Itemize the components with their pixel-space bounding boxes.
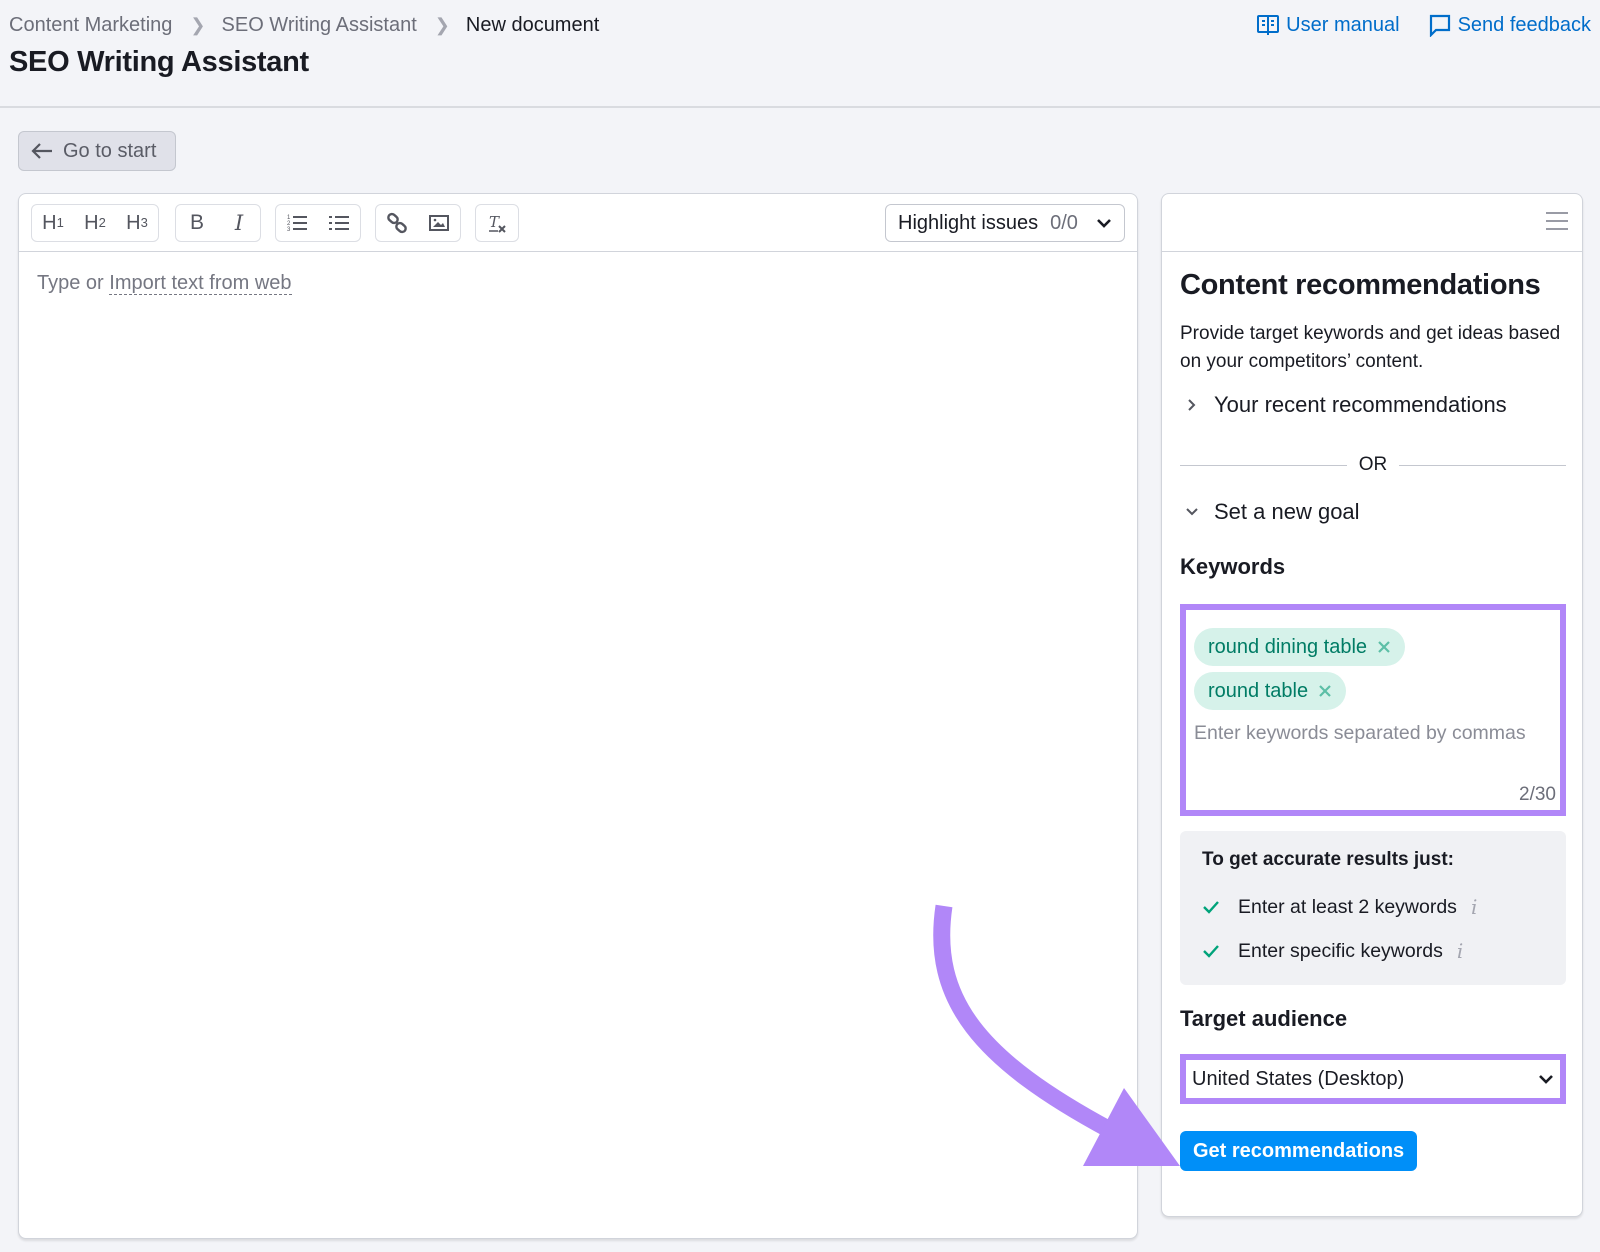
send-feedback-label: Send feedback <box>1457 13 1591 36</box>
svg-text:3: 3 <box>287 227 291 233</box>
bold-button[interactable]: B <box>176 205 218 241</box>
or-label: OR <box>1358 454 1388 475</box>
format-group: B I <box>175 204 261 242</box>
chevron-down-icon <box>1539 1075 1553 1084</box>
image-button[interactable] <box>418 205 460 241</box>
keywords-count: 2/30 <box>1519 784 1556 805</box>
remove-keyword-icon[interactable] <box>1377 640 1391 654</box>
keyword-chip: round dining table <box>1194 628 1406 666</box>
italic-icon: I <box>234 211 244 235</box>
highlight-issues-dropdown[interactable]: Highlight issues 0/0 <box>885 204 1125 242</box>
link-icon <box>387 212 407 234</box>
chevron-right-icon: ❯ <box>434 15 450 35</box>
or-divider: OR <box>1180 454 1566 476</box>
page-title: SEO Writing Assistant <box>9 46 309 78</box>
remove-keyword-icon[interactable] <box>1318 684 1332 698</box>
keyword-chips: round dining table round table <box>1194 628 1552 710</box>
link-button[interactable] <box>376 205 418 241</box>
italic-button[interactable]: I <box>218 205 260 241</box>
recent-recommendations-toggle[interactable]: Your recent recommendations <box>1180 392 1507 418</box>
import-text-link[interactable]: Import text from web <box>109 272 292 295</box>
tip-text: Enter specific keywords <box>1238 939 1443 962</box>
h3-label: H <box>126 211 141 234</box>
editor-toolbar: H1 H2 H3 B I 1 2 3 T Highlight issues 0/… <box>19 194 1137 252</box>
chevron-down-icon <box>1186 508 1198 516</box>
menu-icon[interactable] <box>1546 212 1568 234</box>
panel-title: Content recommendations <box>1180 269 1541 301</box>
target-audience-label: Target audience <box>1180 1006 1348 1031</box>
clear-group: T <box>475 204 519 242</box>
tips-box: To get accurate results just: Enter at l… <box>1180 831 1566 985</box>
tip-text: Enter at least 2 keywords <box>1238 895 1457 918</box>
go-to-start-label: Go to start <box>63 139 157 162</box>
bullet-list-button[interactable] <box>318 205 360 241</box>
ordered-list-icon: 1 2 3 <box>287 215 307 233</box>
keyword-chip: round table <box>1194 672 1347 710</box>
panel-header <box>1162 194 1582 252</box>
heading-group: H1 H2 H3 <box>31 204 159 242</box>
target-audience-select[interactable]: United States (Desktop) <box>1180 1054 1566 1104</box>
highlight-issues-label: Highlight issues <box>898 211 1039 234</box>
speech-bubble-icon <box>1429 14 1450 37</box>
check-icon <box>1203 901 1219 914</box>
keyword-chip-label: round dining table <box>1208 635 1368 658</box>
go-to-start-button[interactable]: Go to start <box>18 131 176 171</box>
chevron-down-icon <box>1097 219 1111 228</box>
h3-button[interactable]: H3 <box>116 205 158 241</box>
recent-recommendations-label: Your recent recommendations <box>1214 392 1507 417</box>
editor-content-area[interactable]: Type or Import text from web <box>19 252 1137 315</box>
info-icon[interactable]: i <box>1471 895 1477 919</box>
breadcrumb-current: New document <box>465 14 600 36</box>
info-icon[interactable]: i <box>1457 939 1463 963</box>
keywords-input-box[interactable]: round dining table round table 2/30 <box>1180 604 1566 816</box>
set-new-goal-toggle[interactable]: Set a new goal <box>1180 499 1360 525</box>
get-recommendations-button[interactable]: Get recommendations <box>1180 1131 1418 1171</box>
h1-button[interactable]: H1 <box>32 205 74 241</box>
arrow-left-icon <box>31 143 52 159</box>
bullet-list-icon <box>329 216 349 230</box>
insert-group <box>375 204 461 242</box>
svg-text:T: T <box>489 213 500 231</box>
tips-title: To get accurate results just: <box>1202 849 1454 870</box>
breadcrumb: Content Marketing ❯ SEO Writing Assistan… <box>9 14 599 37</box>
tip-item: Enter specific keywords i <box>1202 929 1544 973</box>
send-feedback-link[interactable]: Send feedback <box>1428 13 1591 37</box>
tip-item: Enter at least 2 keywords i <box>1202 885 1544 929</box>
content-recommendations-panel: Content recommendations Provide target k… <box>1161 193 1583 1217</box>
h2-label: H <box>84 211 99 234</box>
chevron-right-icon: ❯ <box>190 15 206 35</box>
clear-format-icon: T <box>489 213 506 233</box>
panel-description: Provide target keywords and get ideas ba… <box>1180 323 1561 372</box>
clear-format-button[interactable]: T <box>476 205 518 241</box>
chevron-right-icon <box>1188 399 1196 411</box>
target-audience-value: United States (Desktop) <box>1192 1067 1405 1090</box>
book-icon <box>1257 15 1280 35</box>
user-manual-link[interactable]: User manual <box>1256 13 1400 37</box>
keywords-label: Keywords <box>1180 554 1286 579</box>
text-editor: H1 H2 H3 B I 1 2 3 T Highlight issues 0/… <box>18 193 1138 1239</box>
list-group: 1 2 3 <box>275 204 361 242</box>
breadcrumb-content-marketing[interactable]: Content Marketing <box>9 14 172 37</box>
page-header: Content Marketing ❯ SEO Writing Assistan… <box>0 0 1600 108</box>
header-links: User manual Send feedback <box>1256 13 1591 37</box>
image-icon <box>429 215 449 231</box>
h2-button[interactable]: H2 <box>74 205 116 241</box>
ordered-list-button[interactable]: 1 2 3 <box>276 205 318 241</box>
keywords-input[interactable] <box>1194 722 1552 745</box>
breadcrumb-seo-writing-assistant[interactable]: SEO Writing Assistant <box>222 14 417 37</box>
check-icon <box>1203 945 1219 958</box>
h1-label: H <box>42 211 57 234</box>
bold-icon: B <box>189 211 204 234</box>
set-new-goal-label: Set a new goal <box>1214 499 1360 524</box>
editor-placeholder: Type or <box>37 272 104 294</box>
user-manual-label: User manual <box>1286 13 1400 36</box>
highlight-issues-count: 0/0 <box>1050 211 1078 234</box>
keyword-chip-label: round table <box>1208 679 1309 702</box>
